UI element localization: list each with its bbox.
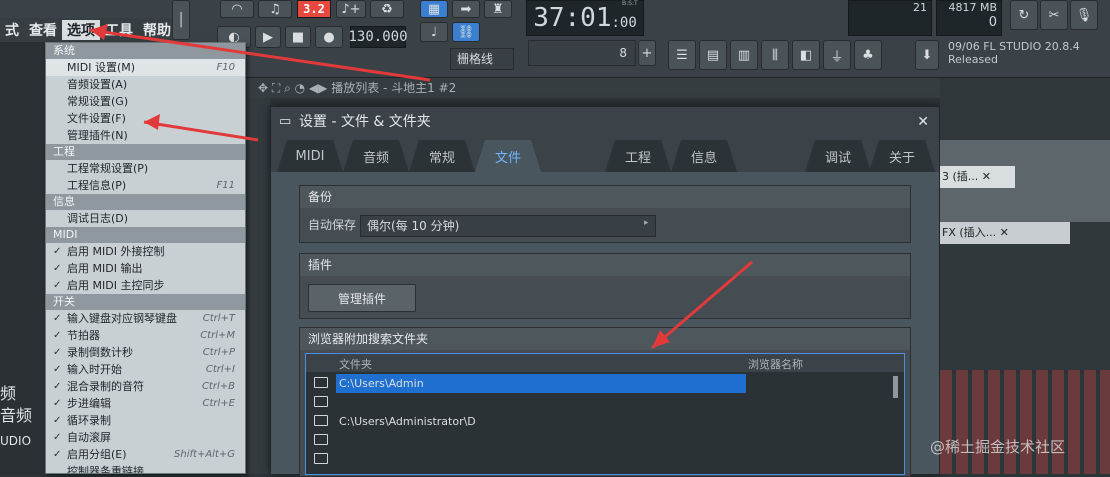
watermark: @稀土掘金技术社区: [930, 438, 1066, 456]
arrow-to-options-menu: [89, 28, 431, 82]
arrow-to-file-settings: [143, 120, 259, 142]
arrowhead-folder: [652, 330, 670, 348]
arrowhead-file: [144, 114, 160, 130]
arrow-to-folder-list: [651, 260, 753, 350]
annotation-arrows: [89, 24, 753, 350]
arrowhead-options: [90, 24, 108, 40]
